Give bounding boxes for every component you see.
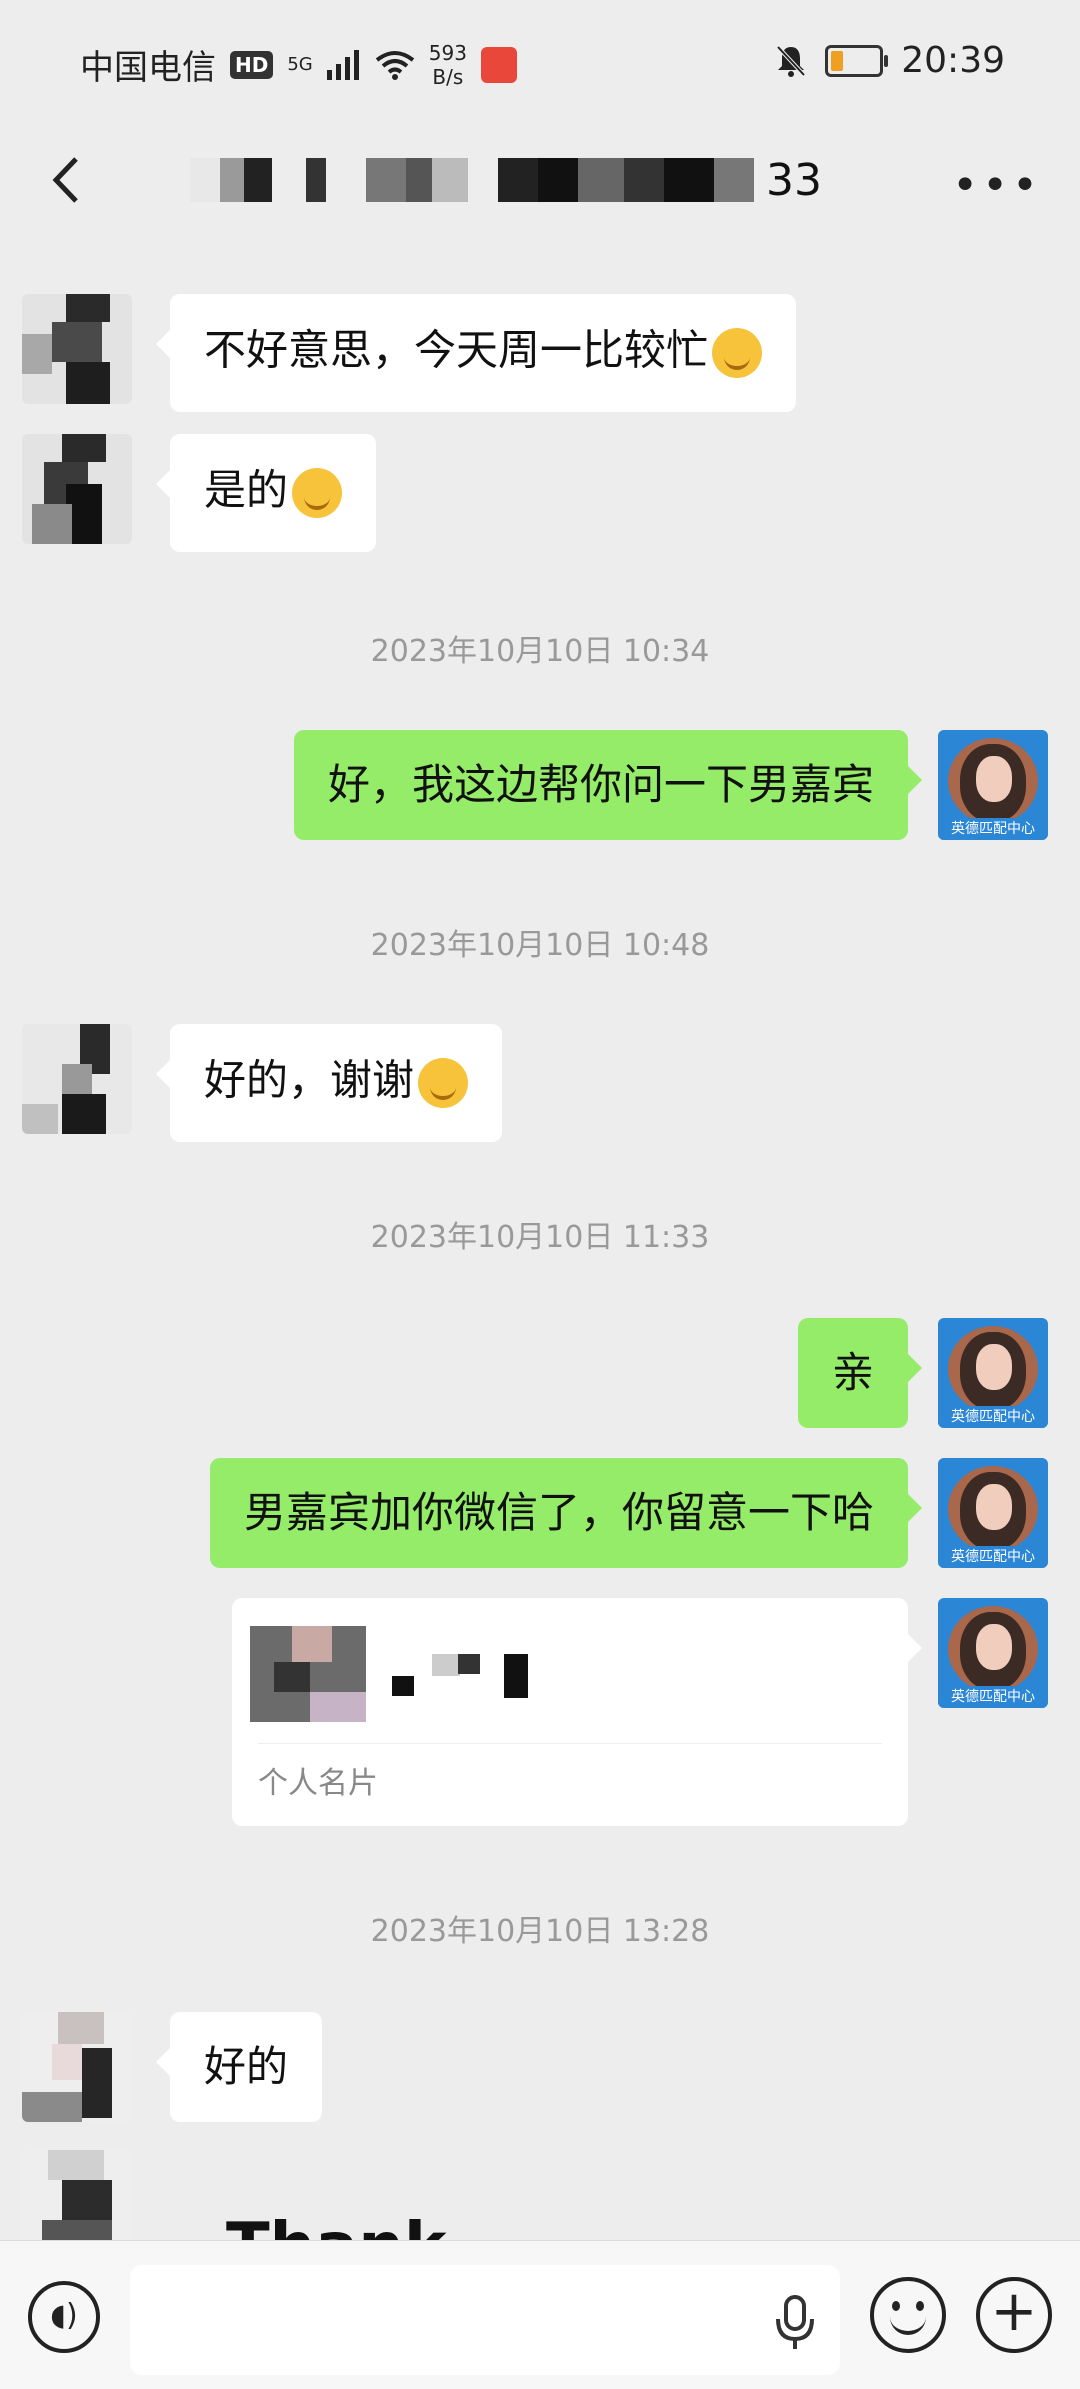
message-text: 男嘉宾加你微信了，你留意一下哈 — [243, 1488, 874, 1537]
mic-icon[interactable] — [770, 2293, 820, 2353]
message-text: 亲 — [831, 1348, 874, 1397]
signal-icon — [326, 49, 359, 80]
avatar-caption: 英德匹配中心 — [938, 1546, 1048, 1568]
chat-title-bar: 33 ••• — [0, 130, 1080, 230]
my-avatar[interactable]: 英德匹配中心 — [938, 1598, 1048, 1708]
timestamp: 2023年10月10日 10:48 — [370, 928, 710, 963]
redacted-card-name — [392, 1676, 414, 1696]
message-input[interactable] — [130, 2265, 840, 2375]
redacted-contact-name — [190, 155, 754, 205]
contact-card[interactable]: 个人名片 — [232, 1598, 922, 1826]
timestamp: 2023年10月10日 11:33 — [370, 1220, 710, 1255]
net-speed: 593 B/s — [429, 41, 467, 89]
message-text: 不好意思，今天周一比较忙 — [204, 325, 709, 375]
plus-icon: + — [990, 2279, 1038, 2344]
status-right: 20:39 — [775, 40, 1005, 81]
battery-icon — [825, 44, 889, 77]
contact-avatar[interactable] — [22, 434, 132, 544]
net-speed-value: 593 — [428, 40, 467, 65]
chat-title: 33 — [190, 130, 890, 230]
outgoing-bubble[interactable]: 好，我这边帮你问一下男嘉宾 — [293, 730, 923, 840]
network-type: 5G — [287, 53, 313, 75]
more-button[interactable]: ••• — [952, 160, 1042, 211]
status-left: 中国电信 HD 5G 593 B/s — [80, 40, 517, 89]
incoming-bubble[interactable]: 是的 — [155, 434, 377, 552]
back-button[interactable] — [38, 145, 98, 215]
back-icon — [52, 157, 78, 203]
net-speed-unit: B/s — [432, 64, 464, 89]
contact-avatar[interactable] — [22, 2150, 132, 2240]
avatar-caption: 英德匹配中心 — [938, 1686, 1048, 1708]
clock: 20:39 — [901, 40, 1005, 81]
incoming-bubble[interactable]: 不好意思，今天周一比较忙 — [155, 294, 797, 412]
contact-avatar[interactable] — [22, 2012, 132, 2122]
hd-badge: HD — [230, 50, 274, 79]
contact-avatar[interactable] — [22, 294, 132, 404]
timestamp: 2023年10月10日 10:34 — [370, 634, 710, 669]
card-type-label: 个人名片 — [258, 1766, 378, 1801]
message-text: 好的，谢谢 — [204, 1055, 415, 1105]
incoming-bubble[interactable]: 好的，谢谢 — [155, 1024, 503, 1142]
carrier-label: 中国电信 — [80, 48, 216, 88]
message-text: 好的 — [204, 2042, 289, 2091]
voice-toggle-button[interactable]: ◖) — [28, 2281, 100, 2353]
more-icon: ••• — [952, 160, 1042, 211]
smirk-emoji-icon — [292, 468, 343, 518]
incoming-bubble[interactable]: 好的 — [155, 2012, 323, 2122]
timestamp: 2023年10月10日 13:28 — [370, 1914, 710, 1949]
laugh-cry-emoji-icon — [712, 328, 763, 378]
smile-emoji-icon — [418, 1058, 469, 1108]
mute-bell-icon — [776, 45, 806, 77]
message-text: 是的 — [204, 465, 289, 515]
voice-icon: ◖) — [50, 2298, 78, 2333]
status-bar: 中国电信 HD 5G 593 B/s 20:39 — [0, 0, 1080, 130]
wifi-icon — [375, 50, 414, 80]
input-bar: ◖) + — [0, 2240, 1080, 2389]
more-actions-button[interactable]: + — [976, 2277, 1052, 2353]
app-notification-icon — [480, 46, 517, 83]
emoji-button[interactable] — [870, 2277, 946, 2353]
message-text: 好，我这边帮你问一下男嘉宾 — [327, 760, 874, 809]
sticker-message[interactable]: Thank — [226, 2210, 447, 2240]
outgoing-bubble[interactable]: 亲 — [797, 1318, 923, 1428]
avatar-caption: 英德匹配中心 — [938, 818, 1048, 840]
my-avatar[interactable]: 英德匹配中心 — [938, 1458, 1048, 1568]
my-avatar[interactable]: 英德匹配中心 — [938, 730, 1048, 840]
outgoing-bubble[interactable]: 男嘉宾加你微信了，你留意一下哈 — [209, 1458, 923, 1568]
my-avatar[interactable]: 英德匹配中心 — [938, 1318, 1048, 1428]
contact-avatar[interactable] — [22, 1024, 132, 1134]
chat-title-text: 33 — [766, 154, 822, 206]
sticker-text: Thank — [226, 2210, 447, 2240]
message-list[interactable]: 不好意思，今天周一比较忙 是的 2023年10月10日 10:34 好，我这边帮… — [0, 230, 1080, 2240]
avatar-caption: 英德匹配中心 — [938, 1406, 1048, 1428]
